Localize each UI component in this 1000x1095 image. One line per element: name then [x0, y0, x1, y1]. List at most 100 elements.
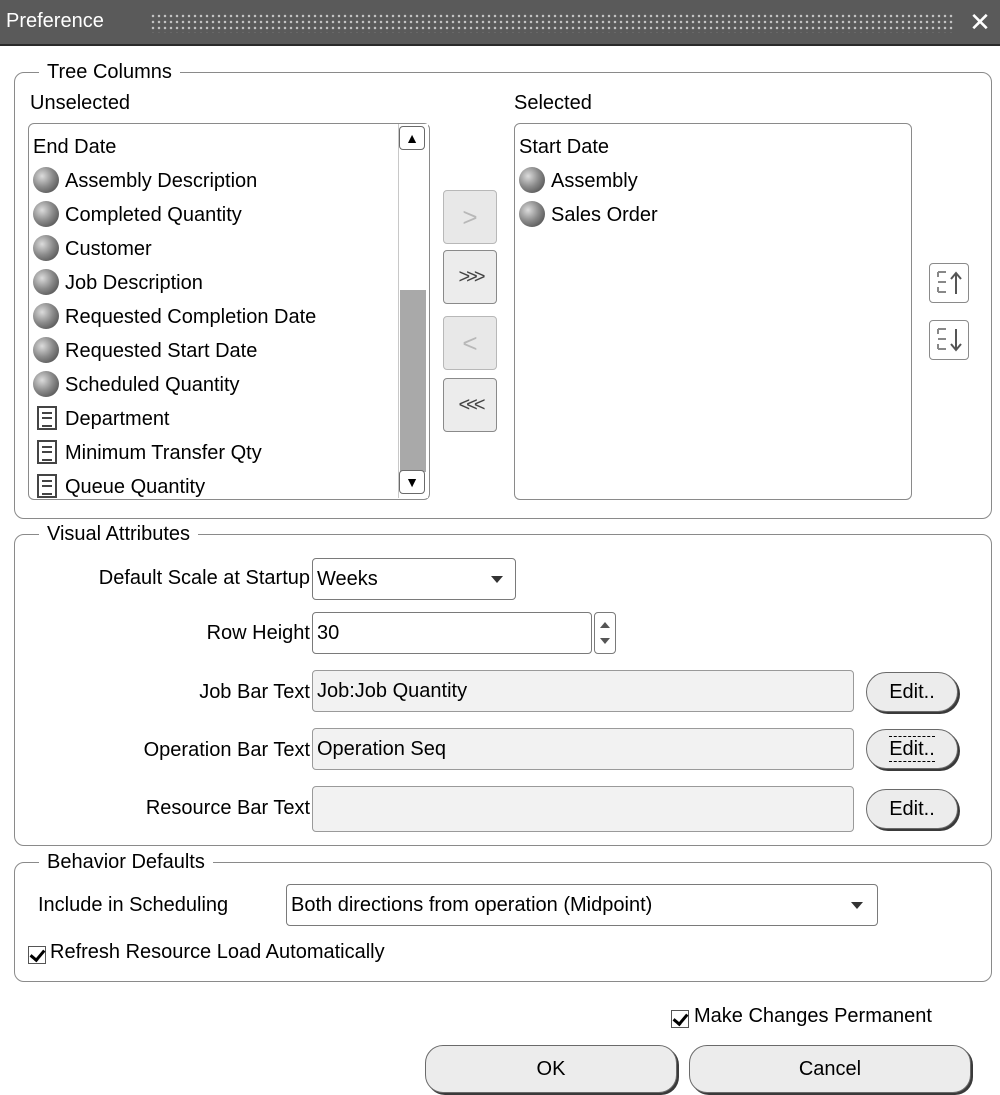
unselected-list-item[interactable]: Assembly Description: [33, 164, 257, 198]
selected-list-item-label: Assembly: [551, 170, 638, 192]
document-icon: [37, 405, 57, 430]
unselected-list-item-label: Customer: [65, 238, 152, 260]
title-bar-grip: [150, 13, 954, 33]
cube-icon: [33, 268, 59, 295]
row-height-spinner[interactable]: [594, 612, 616, 654]
close-icon[interactable]: ✕: [966, 8, 994, 36]
unselected-list-item-label: Department: [65, 408, 170, 430]
unselected-list-item[interactable]: Requested Start Date: [33, 334, 257, 368]
unselected-list[interactable]: End Date Assembly Description Completed Qu…: [28, 123, 430, 500]
default-scale-select[interactable]: Weeks: [312, 558, 516, 600]
include-in-scheduling-value: Both directions from operation (Midpoint…: [291, 894, 653, 916]
move-up-button[interactable]: [929, 263, 969, 303]
row-height-input[interactable]: 30: [312, 612, 592, 654]
row-height-label: Row Height: [206, 622, 310, 644]
unselected-list-item-label: Scheduled Quantity: [65, 374, 240, 396]
cube-icon: [519, 200, 545, 227]
chevron-down-icon: [491, 576, 503, 583]
job-bar-edit-label: Edit..: [889, 681, 935, 703]
selected-list-item-label: Start Date: [519, 136, 610, 158]
visual-attributes-label: Visual Attributes: [39, 522, 199, 546]
document-icon: [37, 439, 57, 464]
unselected-list-item[interactable]: Completed Quantity: [33, 198, 242, 232]
job-bar-text-value: Job:Job Quantity: [317, 680, 468, 702]
unselected-list-item[interactable]: Job Description: [33, 266, 203, 300]
chevron-down-icon: [851, 902, 863, 909]
unselected-label: Unselected: [30, 92, 131, 114]
refresh-resource-load-checkbox[interactable]: [28, 946, 46, 964]
job-bar-edit-button[interactable]: Edit..: [866, 672, 958, 712]
operation-bar-text-label: Operation Bar Text: [143, 739, 310, 761]
unselected-list-item-label: Requested Completion Date: [65, 306, 317, 328]
spin-down-icon[interactable]: [600, 638, 610, 644]
move-button[interactable]: >: [443, 190, 497, 244]
job-bar-text-label: Job Bar Text: [199, 681, 310, 703]
move-down-icon: [937, 328, 962, 352]
cube-icon: [33, 336, 59, 363]
operation-bar-edit-label: Edit..: [889, 736, 935, 762]
unselected-list-item[interactable]: Customer: [33, 232, 152, 266]
cube-icon: [33, 302, 59, 329]
selected-list-item[interactable]: Sales Order: [519, 198, 658, 232]
selected-list[interactable]: Start Date Assembly Sales Order: [514, 123, 912, 500]
default-scale-label: Default Scale at Startup: [98, 567, 310, 589]
job-bar-text-field[interactable]: Job:Job Quantity: [312, 670, 854, 712]
spin-up-icon[interactable]: [600, 622, 610, 628]
make-changes-permanent-label[interactable]: Make Changes Permanent: [694, 1005, 932, 1028]
cube-icon: [33, 234, 59, 261]
selected-list-item-label: Sales Order: [551, 204, 658, 226]
remove-all-button[interactable]: <<<: [443, 378, 497, 432]
move-up-icon: [937, 271, 962, 294]
move-all-button[interactable]: >>>: [443, 250, 497, 304]
unselected-list-item[interactable]: Department: [33, 402, 170, 436]
ok-button[interactable]: OK: [425, 1045, 677, 1093]
scroll-down-button[interactable]: ▼: [399, 470, 425, 494]
scroll-up-button[interactable]: ▲: [399, 126, 425, 150]
unselected-list-item-label: Queue Quantity: [65, 476, 206, 498]
refresh-resource-load-label[interactable]: Refresh Resource Load Automatically: [50, 941, 385, 964]
default-scale-value: Weeks: [317, 568, 378, 590]
unselected-list-item-label: Assembly Description: [65, 170, 258, 192]
scroll-thumb[interactable]: [400, 290, 426, 472]
resource-bar-text-field[interactable]: [312, 786, 854, 832]
cancel-button[interactable]: Cancel: [689, 1045, 971, 1093]
selected-label: Selected: [514, 92, 592, 114]
unselected-list-item[interactable]: End Date: [33, 130, 116, 164]
move-down-button[interactable]: [929, 320, 969, 360]
unselected-list-item[interactable]: Minimum Transfer Qty: [33, 436, 262, 470]
tree-columns-label: Tree Columns: [39, 60, 180, 84]
include-in-scheduling-select[interactable]: Both directions from operation (Midpoint…: [286, 884, 878, 926]
unselected-list-item-label: Requested Start Date: [65, 340, 258, 362]
row-height-value: 30: [317, 622, 340, 644]
window-title: Preference: [6, 10, 112, 33]
selected-list-item[interactable]: Assembly: [519, 164, 638, 198]
unselected-list-item-label: Minimum Transfer Qty: [65, 442, 262, 464]
behavior-defaults-label: Behavior Defaults: [39, 850, 213, 874]
unselected-scrollbar[interactable]: ▲ ▼: [398, 124, 428, 498]
ok-label: OK: [536, 1058, 566, 1080]
unselected-list-item[interactable]: Scheduled Quantity: [33, 368, 240, 402]
make-changes-permanent-checkbox[interactable]: [671, 1010, 689, 1028]
cube-icon: [33, 166, 59, 193]
unselected-list-item[interactable]: Requested Completion Date: [33, 300, 316, 334]
resource-bar-edit-button[interactable]: Edit..: [866, 789, 958, 829]
cube-icon: [519, 166, 545, 193]
preference-dialog: Preference ✕ Tree Columns Unselected Sel…: [0, 0, 1000, 1095]
title-bar[interactable]: Preference ✕: [0, 0, 1000, 46]
resource-bar-text-label: Resource Bar Text: [145, 797, 310, 819]
selected-list-item[interactable]: Start Date: [519, 130, 609, 164]
unselected-list-item-label: Completed Quantity: [65, 204, 242, 226]
unselected-list-item-label: End Date: [33, 136, 117, 158]
document-icon: [37, 473, 57, 498]
unselected-list-item-label: Job Description: [65, 272, 203, 294]
operation-bar-text-field[interactable]: Operation Seq: [312, 728, 854, 770]
remove-button[interactable]: <: [443, 316, 497, 370]
resource-bar-edit-label: Edit..: [889, 798, 935, 820]
cancel-label: Cancel: [798, 1058, 862, 1080]
cube-icon: [33, 200, 59, 227]
cube-icon: [33, 370, 59, 397]
include-in-scheduling-label: Include in Scheduling: [38, 894, 229, 916]
unselected-list-item[interactable]: Queue Quantity: [33, 470, 206, 499]
operation-bar-text-value: Operation Seq: [317, 738, 446, 760]
operation-bar-edit-button[interactable]: Edit..: [866, 729, 958, 769]
